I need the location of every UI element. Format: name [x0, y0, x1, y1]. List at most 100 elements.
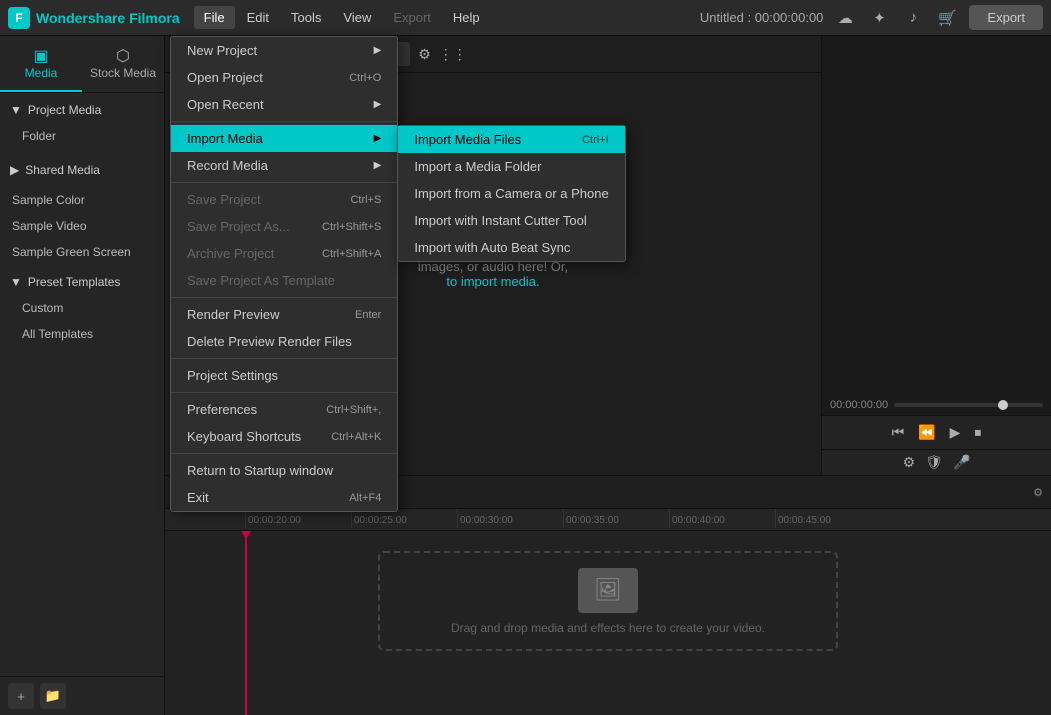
sidebar-tab-media[interactable]: ▣ Media	[0, 36, 82, 92]
menu-save-project: Save Project Ctrl+S	[171, 186, 397, 213]
timeline-playhead	[245, 531, 247, 715]
menu-help[interactable]: Help	[443, 6, 490, 29]
preset-templates-chevron: ▼	[10, 275, 22, 289]
menu-render-preview[interactable]: Render Preview Enter	[171, 301, 397, 328]
app-logo-icon: F	[8, 7, 30, 29]
shared-media-chevron: ▶	[10, 163, 19, 177]
submenu-import-beat-sync[interactable]: Import with Auto Beat Sync	[398, 234, 624, 261]
menu-save-project-as: Save Project As... Ctrl+Shift+S	[171, 213, 397, 240]
menu-bar: File Edit Tools View Export Help	[194, 6, 490, 29]
preview-slider[interactable]	[894, 403, 1043, 407]
preview-panel: 00:00:00:00 ⏮ ⏪ ▶ ⏹ ⚙ 🛡 🎤	[821, 36, 1051, 475]
cart-icon[interactable]: 🛒	[935, 6, 959, 30]
sidebar-item-sample-color[interactable]: Sample Color	[0, 187, 164, 213]
preview-shield-icon[interactable]: 🛡	[925, 454, 943, 471]
menu-edit[interactable]: Edit	[237, 6, 279, 29]
stock-tab-icon: ⬡	[88, 46, 158, 66]
import-media-submenu: Import Media Files Ctrl+I Import a Media…	[397, 125, 625, 262]
media-tab-icon: ▣	[6, 46, 76, 66]
menu-export[interactable]: Export	[383, 6, 441, 29]
preview-step-back-button[interactable]: ⏪	[918, 424, 935, 441]
preview-controls: ⏮ ⏪ ▶ ⏹	[822, 415, 1051, 449]
project-media-chevron: ▼	[10, 103, 22, 117]
sidebar-tab-stock[interactable]: ⬡ Stock Media	[82, 36, 164, 92]
project-media-header[interactable]: ▼ Project Media	[0, 97, 164, 123]
preview-skip-back-button[interactable]: ⏮	[892, 424, 905, 441]
file-menu-sep2	[171, 182, 397, 183]
submenu-import-files[interactable]: Import Media Files Ctrl+I	[398, 126, 624, 153]
menu-tools[interactable]: Tools	[281, 6, 331, 29]
headphones-icon[interactable]: ♪	[901, 6, 925, 30]
sidebar-item-custom[interactable]: Custom	[0, 295, 164, 321]
menu-project-settings[interactable]: Project Settings	[171, 362, 397, 389]
timeline-ruler: 00:00:20:00 00:00:25:00 00:00:30:00 00:0…	[165, 509, 1051, 531]
preset-templates-header[interactable]: ▼ Preset Templates	[0, 269, 164, 295]
folder-button[interactable]: 📁	[40, 683, 66, 709]
shared-media-label: Shared Media	[25, 163, 100, 177]
preview-slider-handle[interactable]	[998, 400, 1008, 410]
preview-stop-button[interactable]: ⏹	[974, 424, 981, 441]
ruler-mark-6: 00:00:45:00	[775, 509, 881, 528]
sidebar-tabs: ▣ Media ⬡ Stock Media	[0, 36, 164, 93]
import-link[interactable]: to import media.	[446, 274, 539, 289]
ruler-mark-3: 00:00:30:00	[457, 509, 563, 528]
preview-play-button[interactable]: ▶	[950, 424, 961, 441]
menu-import-media[interactable]: Import Media ▶ Import Media Files Ctrl+I…	[171, 125, 397, 152]
app-name: Wondershare Filmora	[36, 10, 180, 26]
menu-record-media[interactable]: Record Media ▶	[171, 152, 397, 179]
sidebar-bottom-toolbar: + 📁	[0, 676, 164, 715]
grid-icon[interactable]: ⋮⋮	[439, 46, 467, 63]
file-menu-sep3	[171, 297, 397, 298]
project-media-section: ▼ Project Media Folder	[0, 93, 164, 153]
app-title: Untitled : 00:00:00:00	[700, 10, 824, 25]
file-menu-sep4	[171, 358, 397, 359]
filter-icon[interactable]: ⚙	[418, 46, 431, 63]
topbar: F Wondershare Filmora File Edit Tools Vi…	[0, 0, 1051, 36]
shared-media-section: ▶ Shared Media	[0, 153, 164, 187]
timeline-drop-icon: 🖼	[578, 568, 638, 613]
sidebar: ▣ Media ⬡ Stock Media ▼ Project Media Fo…	[0, 36, 165, 715]
sidebar-item-sample-green[interactable]: Sample Green Screen	[0, 239, 164, 265]
preview-time-bar: 00:00:00:00	[822, 395, 1051, 415]
submenu-import-folder[interactable]: Import a Media Folder	[398, 153, 624, 180]
sidebar-item-all-templates[interactable]: All Templates	[0, 321, 164, 347]
playhead-marker	[241, 531, 251, 539]
shared-media-header[interactable]: ▶ Shared Media	[0, 157, 164, 183]
submenu-import-camera[interactable]: Import from a Camera or a Phone	[398, 180, 624, 207]
menu-open-project[interactable]: Open Project Ctrl+O	[171, 64, 397, 91]
timeline-drop-text: Drag and drop media and effects here to …	[451, 621, 765, 635]
preview-video	[822, 36, 1051, 395]
menu-new-project[interactable]: New Project ▶	[171, 37, 397, 64]
menu-archive-project: Archive Project Ctrl+Shift+A	[171, 240, 397, 267]
project-media-label: Project Media	[28, 103, 101, 117]
menu-return-startup[interactable]: Return to Startup window	[171, 457, 397, 484]
preview-icon-bar: ⚙ 🛡 🎤	[822, 449, 1051, 475]
preview-mic-icon[interactable]: 🎤	[953, 454, 970, 471]
ruler-mark-5: 00:00:40:00	[669, 509, 775, 528]
menu-save-template: Save Project As Template	[171, 267, 397, 294]
preset-templates-section: ▼ Preset Templates Custom All Templates	[0, 265, 164, 351]
add-folder-button[interactable]: +	[8, 683, 34, 709]
menu-file[interactable]: File	[194, 6, 235, 29]
cloud-icon[interactable]: ☁	[833, 6, 857, 30]
file-menu: New Project ▶ Open Project Ctrl+O Open R…	[170, 36, 398, 512]
sidebar-item-folder[interactable]: Folder	[0, 123, 164, 149]
file-menu-sep5	[171, 392, 397, 393]
sun-icon[interactable]: ✦	[867, 6, 891, 30]
preset-templates-label: Preset Templates	[28, 275, 121, 289]
export-button[interactable]: Export	[969, 5, 1043, 30]
menu-preferences[interactable]: Preferences Ctrl+Shift+,	[171, 396, 397, 423]
app-logo: F Wondershare Filmora	[8, 7, 180, 29]
timeline-drop-zone: 🖼 Drag and drop media and effects here t…	[378, 551, 838, 651]
timeline-settings-icon[interactable]: ⚙	[1033, 486, 1043, 499]
stock-tab-label: Stock Media	[90, 66, 156, 80]
menu-delete-render[interactable]: Delete Preview Render Files	[171, 328, 397, 355]
menu-exit[interactable]: Exit Alt+F4	[171, 484, 397, 511]
menu-view[interactable]: View	[333, 6, 381, 29]
preview-settings-icon[interactable]: ⚙	[903, 454, 916, 471]
topbar-right: Untitled : 00:00:00:00 ☁ ✦ ♪ 🛒 Export	[700, 5, 1043, 30]
menu-open-recent[interactable]: Open Recent ▶	[171, 91, 397, 118]
submenu-import-cutter[interactable]: Import with Instant Cutter Tool	[398, 207, 624, 234]
menu-keyboard-shortcuts[interactable]: Keyboard Shortcuts Ctrl+Alt+K	[171, 423, 397, 450]
sidebar-item-sample-video[interactable]: Sample Video	[0, 213, 164, 239]
